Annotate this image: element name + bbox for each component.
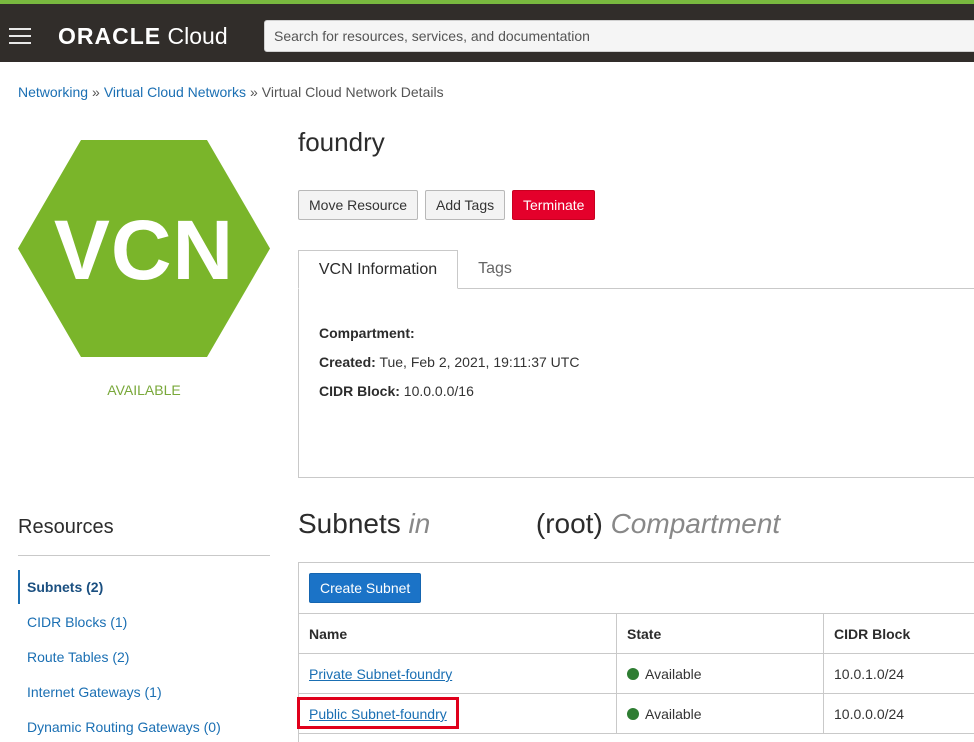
subnet-name-cell: Private Subnet-foundry [299, 654, 616, 694]
cidr-row: CIDR Block: 10.0.0.0/16 [319, 383, 474, 399]
subnet-name-cell: Public Subnet-foundry [297, 694, 616, 734]
breadcrumb-separator: » [92, 84, 100, 100]
vcn-hexagon-icon: VCN [18, 140, 270, 357]
menu-icon[interactable] [9, 28, 31, 44]
created-row: Created: Tue, Feb 2, 2021, 19:11:37 UTC [319, 354, 579, 370]
active-item-indicator [18, 570, 20, 604]
cidr-value: 10.0.0.0/16 [403, 383, 474, 399]
subnets-heading-compartment: Compartment [610, 508, 781, 539]
tab-vcn-information[interactable]: VCN Information [298, 250, 458, 289]
tab-tags[interactable]: Tags [458, 250, 532, 288]
resource-item-dynamic-routing-gateways[interactable]: Dynamic Routing Gateways (0) [27, 719, 221, 735]
subnets-table: Create Subnet Name State CIDR Block Priv… [297, 562, 974, 742]
brand-cloud: Cloud [167, 23, 228, 49]
vcn-icon-text: VCN [53, 203, 235, 297]
subnet-cidr-cell: 10.0.0.0/24 [823, 694, 974, 734]
column-header-name[interactable]: Name [299, 614, 616, 654]
resources-divider [18, 555, 270, 556]
subnets-heading-root: (root) [535, 508, 603, 539]
subnets-heading: Subnets in (root) Compartment [298, 508, 780, 540]
resource-item-route-tables[interactable]: Route Tables (2) [27, 649, 129, 665]
resource-item-internet-gateways[interactable]: Internet Gateways (1) [27, 684, 162, 700]
resource-item-cidr-blocks[interactable]: CIDR Blocks (1) [27, 614, 127, 630]
subnet-cidr-cell: 10.0.1.0/24 [823, 654, 974, 694]
created-value: Tue, Feb 2, 2021, 19:11:37 UTC [379, 354, 580, 370]
compartment-label: Compartment: [319, 325, 415, 341]
vcn-information-panel: Compartment: Created: Tue, Feb 2, 2021, … [298, 288, 974, 478]
subnet-state-cell: Available [616, 694, 823, 734]
resources-title: Resources [18, 516, 114, 538]
vcn-status: AVAILABLE [107, 382, 181, 398]
subnet-link-private[interactable]: Private Subnet-foundry [309, 666, 452, 682]
column-header-state[interactable]: State [616, 614, 823, 654]
breadcrumb-current: Virtual Cloud Network Details [261, 84, 444, 100]
column-header-cidr-block[interactable]: CIDR Block [823, 614, 974, 654]
search-input[interactable] [264, 20, 974, 52]
highlight-box [297, 697, 459, 729]
subnet-state: Available [645, 706, 702, 722]
subnets-heading-main: Subnets [298, 508, 401, 539]
created-label: Created: [319, 354, 376, 370]
top-navigation-bar: ORACLE Cloud [0, 4, 974, 62]
add-tags-button[interactable]: Add Tags [425, 190, 506, 220]
breadcrumb-networking[interactable]: Networking [18, 84, 88, 100]
subnet-state-cell: Available [616, 654, 823, 694]
brand-oracle: ORACLE [58, 23, 162, 49]
table-row: Private Subnet-foundry Available 10.0.1.… [299, 654, 974, 694]
resource-item-subnets[interactable]: Subnets (2) [27, 579, 103, 595]
breadcrumb: Networking» Virtual Cloud Networks» Virtua… [18, 84, 444, 100]
table-row: Public Subnet-foundry Available 10.0.0.0… [297, 694, 974, 734]
terminate-button[interactable]: Terminate [512, 190, 596, 220]
compartment-row: Compartment: [319, 325, 415, 341]
available-status-icon [627, 708, 639, 720]
page-title: foundry [298, 127, 385, 157]
available-status-icon [627, 668, 639, 680]
subnet-state: Available [645, 666, 702, 682]
breadcrumb-virtual-cloud-networks[interactable]: Virtual Cloud Networks [104, 84, 246, 100]
oracle-cloud-logo[interactable]: ORACLE Cloud [58, 23, 228, 49]
table-header: Name State CIDR Block [299, 613, 974, 654]
create-subnet-button[interactable]: Create Subnet [309, 573, 422, 603]
subnets-heading-in: in [408, 508, 431, 539]
move-resource-button[interactable]: Move Resource [298, 190, 419, 220]
cidr-label: CIDR Block: [319, 383, 400, 399]
breadcrumb-separator: » [249, 84, 258, 100]
